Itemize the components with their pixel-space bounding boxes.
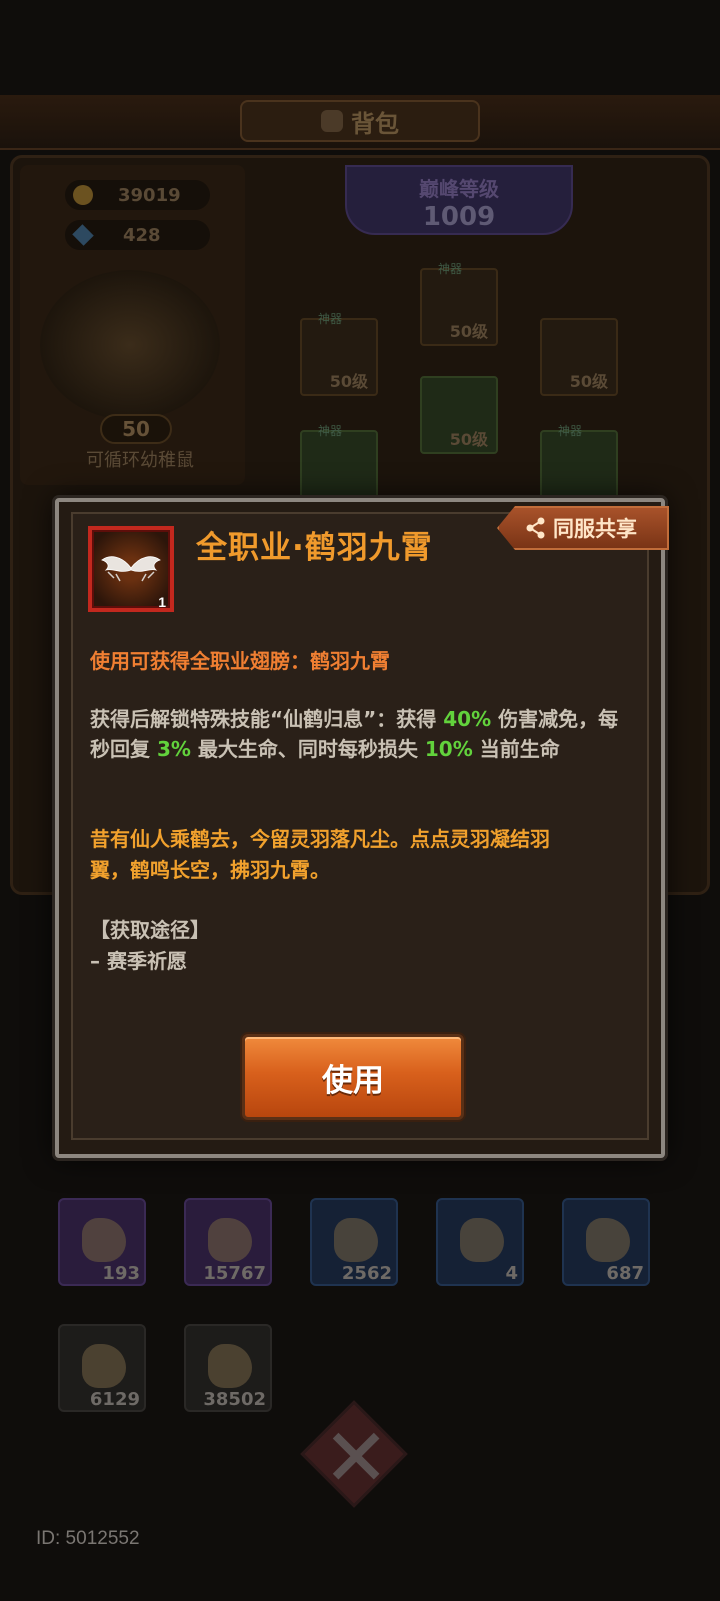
gold-counter: 39019: [65, 180, 210, 210]
equip-slot-gloves[interactable]: 神器: [300, 424, 378, 508]
item-description: 获得后解锁特殊技能“仙鹤归息”：获得 40% 伤害减免，每秒回复 3% 最大生命…: [90, 707, 619, 761]
inventory-item[interactable]: 687: [562, 1198, 650, 1286]
user-id: ID: 5012552: [36, 1528, 140, 1549]
wings-icon: [101, 556, 161, 582]
bag-title-bar: 背包: [240, 100, 480, 142]
equip-slot-necklace[interactable]: 50级: [540, 318, 618, 396]
source-value: – 赛季祈愿: [90, 949, 187, 973]
diamond-icon: [72, 224, 94, 246]
inventory-item[interactable]: 4: [436, 1198, 524, 1286]
item-icon: [586, 1218, 630, 1262]
gold-coin-icon: [73, 185, 93, 205]
bag-icon: [321, 110, 343, 132]
item-title: 全职业·鹤羽九霄: [196, 530, 433, 566]
inventory-item[interactable]: 38502: [184, 1324, 272, 1412]
item-count: 1: [158, 594, 166, 610]
share-icon: [526, 517, 545, 539]
equip-slot-hat[interactable]: 神器 50级: [300, 312, 378, 396]
equip-slot-ring[interactable]: 神器: [540, 424, 618, 508]
item-lore: 昔有仙人乘鹤去，今留灵羽落凡尘。点点灵羽凝结羽 翼，鹤鸣长空，拂羽九霄。: [90, 827, 550, 882]
hp-loss-value: 10%: [424, 737, 473, 761]
regen-value: 3%: [156, 737, 191, 761]
inventory-item[interactable]: 193: [58, 1198, 146, 1286]
item-icon: [208, 1218, 252, 1262]
hero-portrait[interactable]: [40, 270, 220, 420]
inventory-item[interactable]: 15767: [184, 1198, 272, 1286]
item-icon-frame: 1: [88, 526, 174, 612]
item-icon: [82, 1218, 126, 1262]
peak-level-banner: 巅峰等级 1009: [345, 165, 573, 235]
source-heading: 【获取途径】: [90, 918, 210, 942]
item-icon: [460, 1218, 504, 1262]
item-icon: [208, 1344, 252, 1388]
item-icon: [82, 1344, 126, 1388]
share-label: 同服共享: [553, 517, 637, 541]
equip-slot-helmet[interactable]: 神器 50级: [420, 262, 498, 346]
inventory-item[interactable]: 2562: [310, 1198, 398, 1286]
gem-counter: 428: [65, 220, 210, 250]
hero-level-badge: 50: [100, 414, 172, 444]
damage-reduction-value: 40%: [443, 707, 492, 731]
share-button[interactable]: 同服共享: [497, 506, 669, 550]
inventory-item[interactable]: 6129: [58, 1324, 146, 1412]
close-icon[interactable]: [300, 1400, 408, 1508]
item-summary: 使用可获得全职业翅膀：鹤羽九霄: [90, 649, 390, 673]
equip-slot-armor[interactable]: 50级: [420, 376, 498, 454]
hero-name: 可循环幼稚鼠: [86, 450, 194, 471]
use-button[interactable]: 使用: [242, 1034, 464, 1120]
bag-title: 背包: [351, 109, 399, 138]
item-icon: [334, 1218, 378, 1262]
